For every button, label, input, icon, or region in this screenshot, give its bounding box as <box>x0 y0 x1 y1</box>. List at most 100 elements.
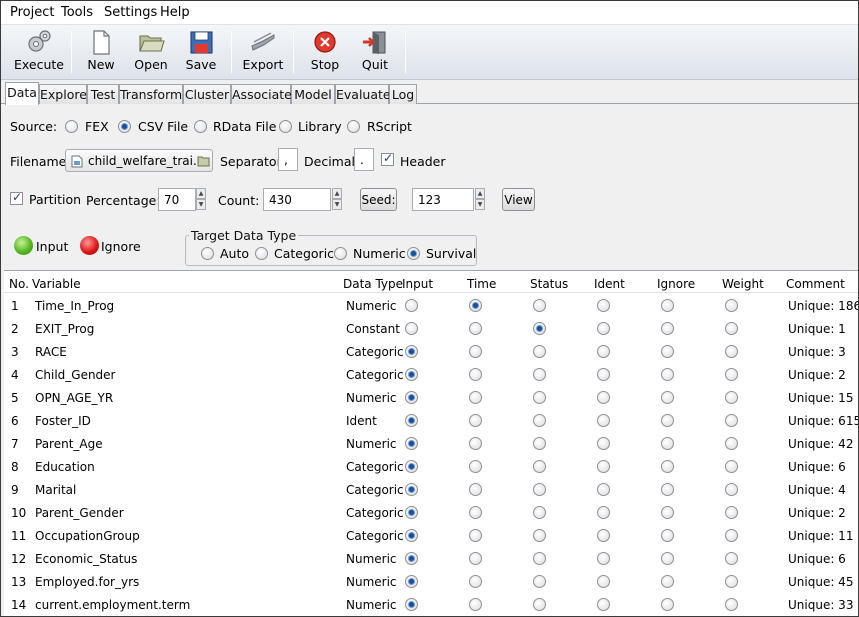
tab-explore[interactable]: Explore <box>39 84 87 104</box>
source-radio-rdata[interactable] <box>194 120 207 133</box>
role-radio-time[interactable] <box>469 460 482 473</box>
role-radio-status[interactable] <box>533 368 546 381</box>
role-radio-status[interactable] <box>533 391 546 404</box>
role-radio-status[interactable] <box>533 460 546 473</box>
target-radio-auto[interactable] <box>201 247 214 260</box>
source-radio-fex[interactable] <box>65 120 78 133</box>
tab-log[interactable]: Log <box>389 84 417 104</box>
tab-associate[interactable]: Associate <box>231 84 292 104</box>
role-radio-input[interactable] <box>405 322 418 335</box>
col-header-variable[interactable]: Variable <box>32 277 81 291</box>
tab-data[interactable]: Data <box>5 82 39 105</box>
file-chooser-button[interactable]: child_welfare_trai... <box>65 149 213 172</box>
partition-checkbox[interactable] <box>10 190 23 205</box>
role-radio-ignore[interactable] <box>661 414 674 427</box>
table-row[interactable]: 3 RACE Categoric Unique: 3 <box>4 340 858 363</box>
role-radio-time[interactable] <box>469 437 482 450</box>
role-radio-ident[interactable] <box>597 414 610 427</box>
role-radio-ident[interactable] <box>597 391 610 404</box>
menu-tools[interactable]: Tools <box>61 5 93 20</box>
tab-evaluate[interactable]: Evaluate <box>335 84 391 104</box>
source-radio-rscript[interactable] <box>347 120 360 133</box>
role-radio-ident[interactable] <box>597 506 610 519</box>
role-radio-input[interactable] <box>405 368 418 381</box>
role-radio-status[interactable] <box>533 575 546 588</box>
count-input[interactable]: 430 <box>263 188 331 211</box>
role-radio-status[interactable] <box>533 483 546 496</box>
spin-down-icon[interactable]: ▼ <box>475 199 485 210</box>
role-radio-weight[interactable] <box>725 460 738 473</box>
role-radio-input[interactable] <box>405 437 418 450</box>
role-radio-ignore[interactable] <box>661 391 674 404</box>
role-radio-ignore[interactable] <box>661 506 674 519</box>
role-radio-ident[interactable] <box>597 345 610 358</box>
role-radio-time[interactable] <box>469 483 482 496</box>
stop-button[interactable]: Stop <box>305 27 345 77</box>
source-radio-library[interactable] <box>279 120 292 133</box>
col-header-data-type[interactable]: Data Type <box>343 277 403 291</box>
source-radio-csv[interactable] <box>118 120 131 133</box>
role-radio-ignore[interactable] <box>661 575 674 588</box>
tab-test[interactable]: Test <box>87 84 119 104</box>
role-radio-weight[interactable] <box>725 506 738 519</box>
role-radio-weight[interactable] <box>725 391 738 404</box>
col-header-ignore[interactable]: Ignore <box>657 277 695 291</box>
role-radio-weight[interactable] <box>725 552 738 565</box>
role-radio-weight[interactable] <box>725 529 738 542</box>
table-row[interactable]: 8 Education Categoric Unique: 6 <box>4 455 858 478</box>
role-radio-status[interactable] <box>533 529 546 542</box>
spin-up-icon[interactable]: ▲ <box>475 188 485 199</box>
new-button[interactable]: New <box>81 27 121 77</box>
table-row[interactable]: 7 Parent_Age Numeric Unique: 42 <box>4 432 858 455</box>
role-radio-status[interactable] <box>533 414 546 427</box>
role-radio-ident[interactable] <box>597 575 610 588</box>
quit-button[interactable]: Quit <box>355 27 395 77</box>
role-radio-ignore[interactable] <box>661 322 674 335</box>
decimal-input[interactable]: . <box>354 148 374 171</box>
col-header-status[interactable]: Status <box>530 277 568 291</box>
role-radio-input[interactable] <box>405 460 418 473</box>
role-radio-ident[interactable] <box>597 437 610 450</box>
spin-up-icon[interactable]: ▲ <box>196 188 206 199</box>
col-header-input[interactable]: Input <box>402 277 433 291</box>
col-header-weight[interactable]: Weight <box>722 277 764 291</box>
tab-model[interactable]: Model <box>291 84 335 104</box>
target-radio-numeric[interactable] <box>334 247 347 260</box>
table-row[interactable]: 9 Marital Categoric Unique: 4 <box>4 478 858 501</box>
export-button[interactable]: Export <box>241 27 285 77</box>
col-header-time[interactable]: Time <box>467 277 496 291</box>
role-radio-ident[interactable] <box>597 322 610 335</box>
role-radio-ignore[interactable] <box>661 598 674 611</box>
count-spinner[interactable]: ▲ ▼ <box>332 188 342 211</box>
role-radio-weight[interactable] <box>725 299 738 312</box>
table-row[interactable]: 10 Parent_Gender Categoric Unique: 2 <box>4 501 858 524</box>
role-radio-status[interactable] <box>533 299 546 312</box>
role-radio-weight[interactable] <box>725 368 738 381</box>
role-radio-input[interactable] <box>405 391 418 404</box>
table-row[interactable]: 1 Time_In_Prog Numeric Unique: 186 <box>4 294 858 317</box>
role-radio-ignore[interactable] <box>661 529 674 542</box>
role-radio-ident[interactable] <box>597 529 610 542</box>
role-radio-time[interactable] <box>469 299 482 312</box>
spin-down-icon[interactable]: ▼ <box>332 199 342 210</box>
table-row[interactable]: 14 current.employment.term Numeric Unique: … <box>4 593 858 616</box>
role-radio-time[interactable] <box>469 529 482 542</box>
header-checkbox[interactable] <box>381 151 394 166</box>
role-radio-input[interactable] <box>405 345 418 358</box>
table-row[interactable]: 2 EXIT_Prog Constant Unique: 1 <box>4 317 858 340</box>
table-row[interactable]: 4 Child_Gender Categoric Unique: 2 <box>4 363 858 386</box>
table-row[interactable]: 13 Employed.for_yrs Numeric Unique: 45 <box>4 570 858 593</box>
role-radio-ident[interactable] <box>597 598 610 611</box>
role-radio-weight[interactable] <box>725 414 738 427</box>
role-radio-status[interactable] <box>533 598 546 611</box>
separator-input[interactable]: , <box>278 148 298 171</box>
role-radio-ident[interactable] <box>597 299 610 312</box>
role-radio-status[interactable] <box>533 322 546 335</box>
target-radio-survival[interactable] <box>407 247 420 260</box>
seed-input[interactable]: 123 <box>412 188 474 211</box>
role-radio-weight[interactable] <box>725 437 738 450</box>
role-radio-time[interactable] <box>469 414 482 427</box>
role-radio-ignore[interactable] <box>661 460 674 473</box>
role-radio-time[interactable] <box>469 391 482 404</box>
spin-up-icon[interactable]: ▲ <box>332 188 342 199</box>
